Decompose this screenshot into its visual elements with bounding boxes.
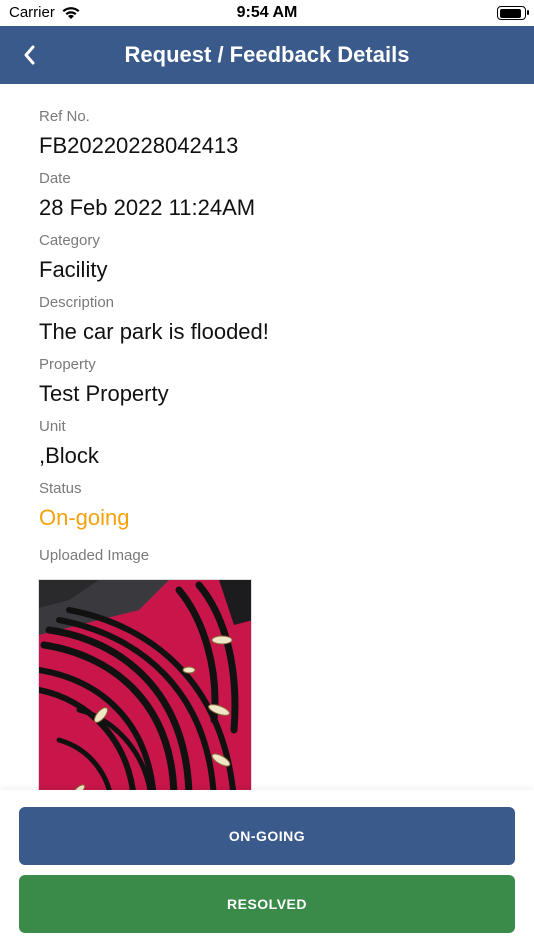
property-row: Property [39, 356, 96, 373]
description-value-row: The car park is flooded! [39, 319, 269, 345]
status-bar: Carrier 9:54 AM [0, 0, 534, 26]
unit-label: Unit [39, 418, 66, 435]
date-value-row: 28 Feb 2022 11:24AM [39, 195, 255, 221]
property-value: Test Property [39, 381, 169, 406]
ref-no-value: FB20220228042413 [39, 133, 239, 158]
ref-no-value-row: FB20220228042413 [39, 133, 238, 159]
action-panel: ON-GOING RESOLVED [0, 790, 534, 950]
unit-value: ,Block [39, 443, 99, 468]
page-title: Request / Feedback Details [124, 42, 410, 67]
category-value: Facility [39, 257, 108, 282]
property-value-row: Test Property [39, 381, 169, 407]
unit-row: Unit [39, 418, 66, 435]
property-label: Property [39, 356, 96, 373]
description-label: Description [39, 294, 115, 311]
uploaded-image-row: Uploaded Image [39, 547, 149, 564]
navigation-bar: Request / Feedback Details [0, 26, 534, 84]
status-label: Status [39, 480, 82, 497]
category-label: Category [39, 232, 100, 249]
description-row: Description [39, 294, 114, 311]
clock-time: 9:54 AM [236, 4, 298, 21]
unit-value-row: ,Block [39, 443, 99, 469]
ongoing-button[interactable]: ON-GOING [19, 807, 515, 865]
battery-fill [499, 8, 522, 18]
status-value-row: On-going [39, 505, 130, 531]
description-value: The car park is flooded! [39, 319, 269, 344]
uploaded-image-label: Uploaded Image [39, 547, 150, 564]
ref-no-label: Ref No. [39, 108, 90, 125]
date-value: 28 Feb 2022 11:24AM [39, 195, 256, 220]
battery-icon [497, 6, 529, 20]
uploaded-photo-illustration [39, 580, 251, 798]
uploaded-image[interactable] [38, 579, 252, 799]
status-value: On-going [39, 505, 130, 530]
date-label: Date [39, 170, 71, 187]
category-row: Category [39, 232, 100, 249]
ref-no-row: Ref No. [39, 108, 90, 125]
category-value-row: Facility [39, 257, 107, 283]
status-row: Status [39, 480, 82, 497]
date-row: Date [39, 170, 71, 187]
resolved-button[interactable]: RESOLVED [19, 875, 515, 933]
